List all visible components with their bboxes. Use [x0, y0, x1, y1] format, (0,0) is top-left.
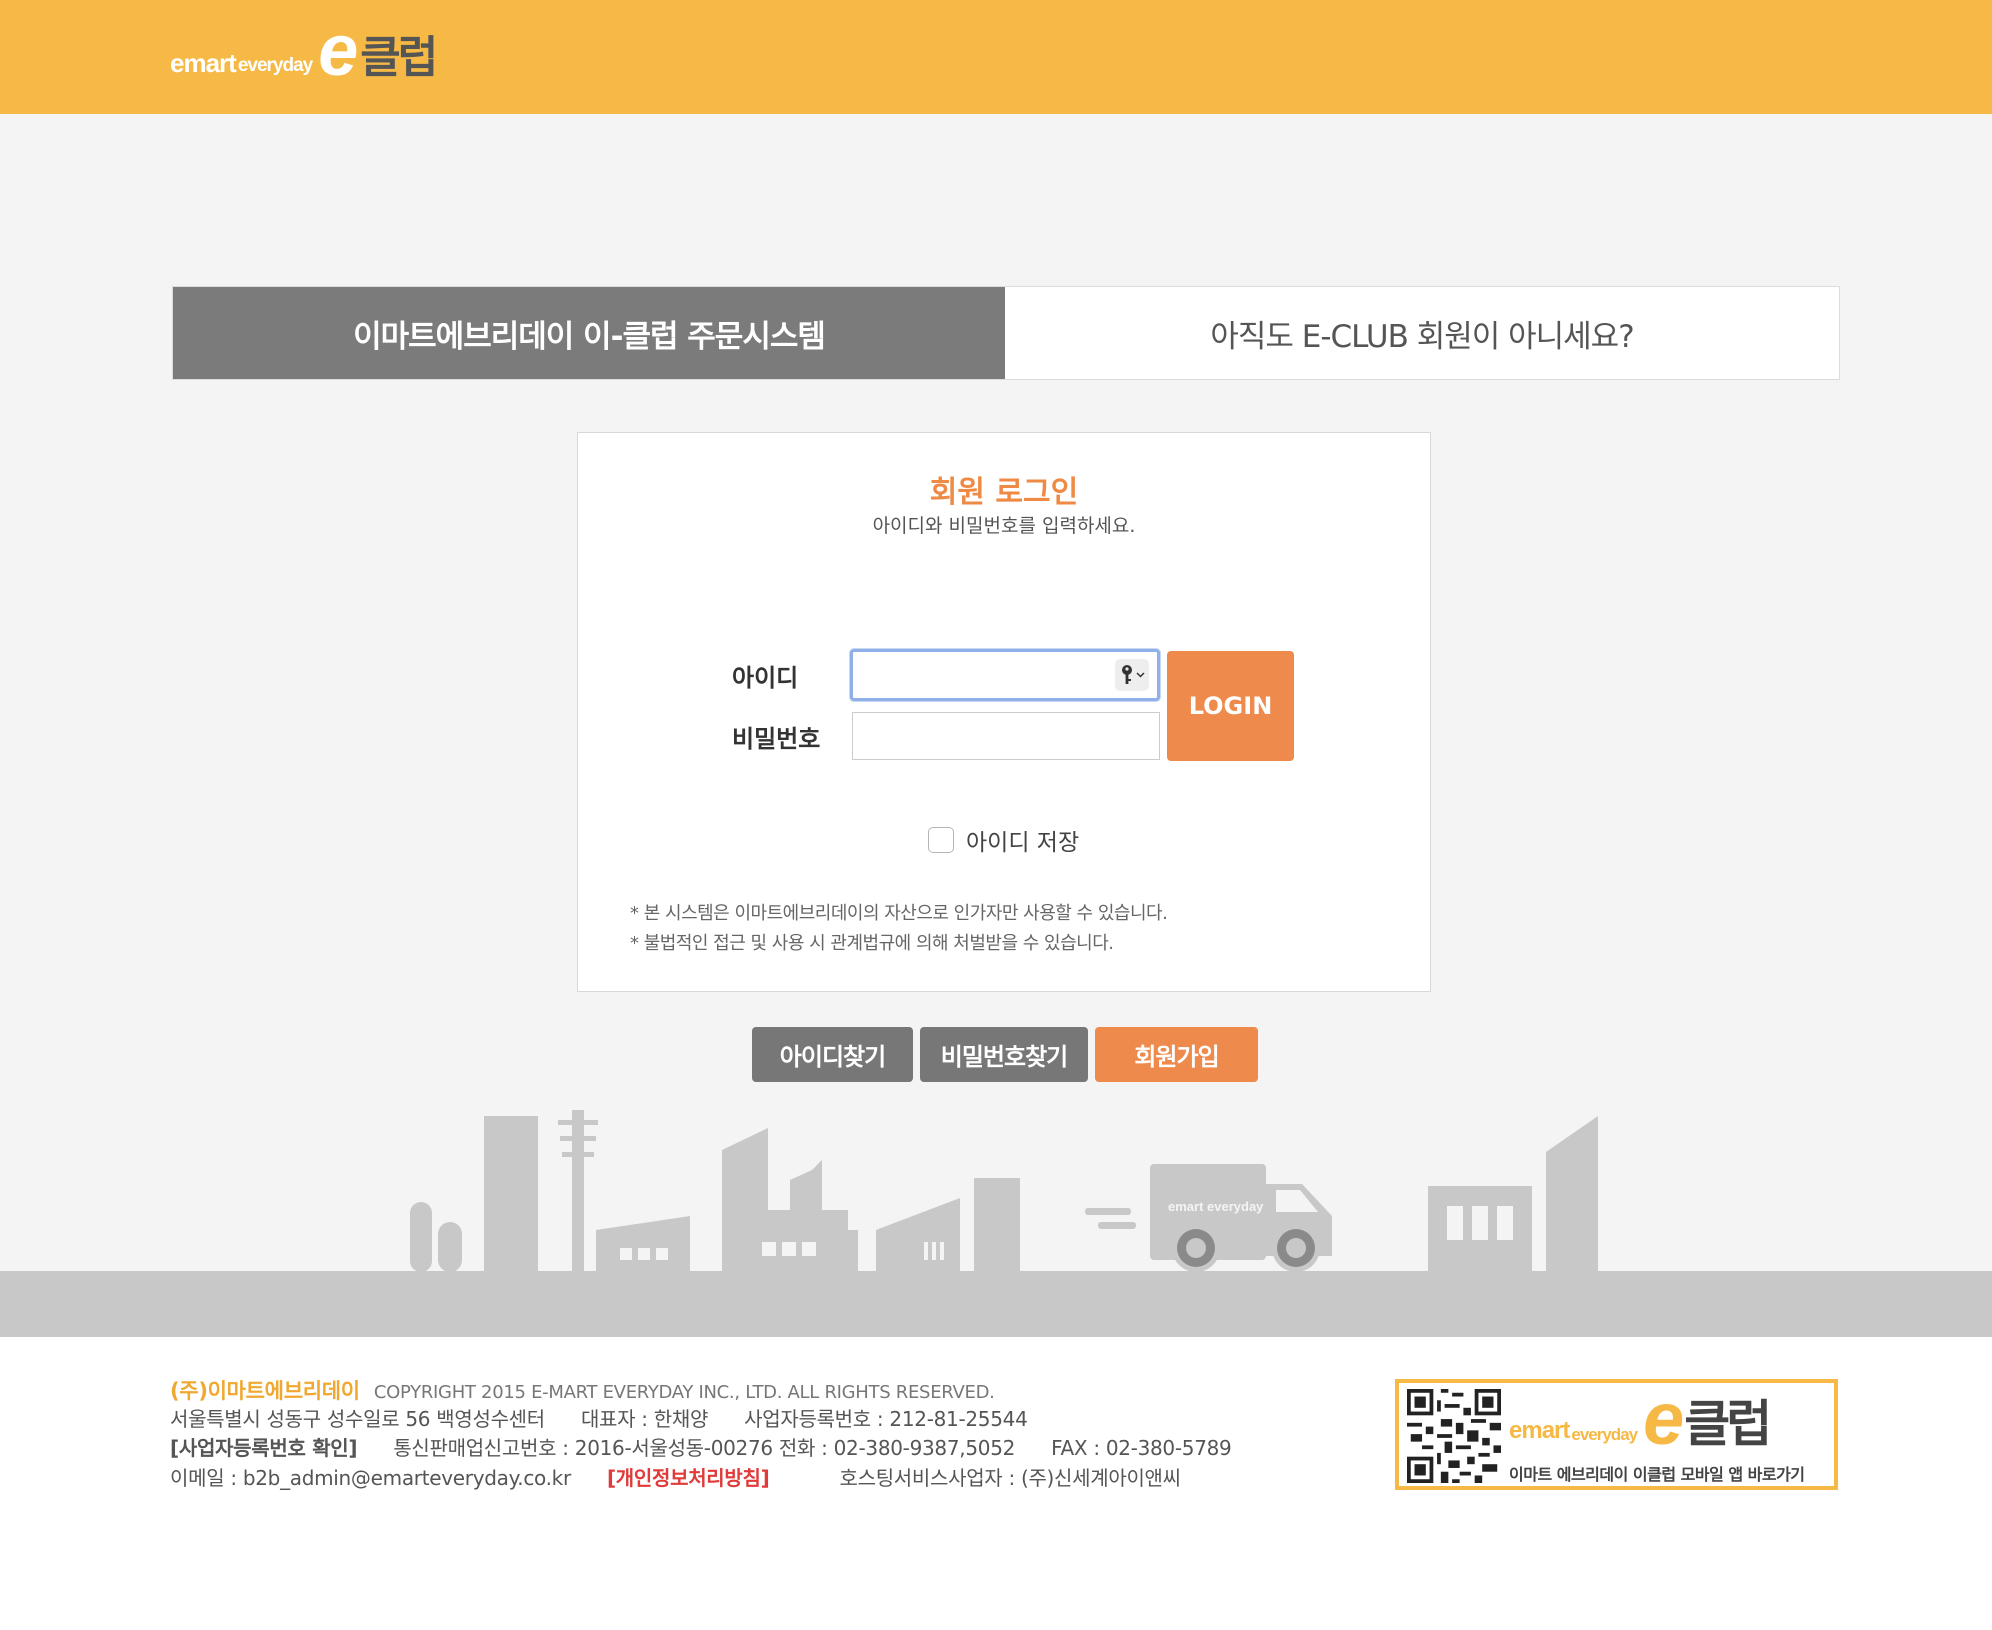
chevron-down-icon — [1135, 672, 1145, 678]
footer-hosting: 호스팅서비스사업자 : (주)신세계아이앤씨 — [839, 1466, 1182, 1490]
tab-order-system[interactable]: 이마트에브리데이 이-클럽 주문시스템 — [173, 287, 1005, 379]
password-label: 비밀번호 — [732, 725, 821, 753]
save-id-row[interactable]: 아이디 저장 — [928, 823, 1079, 857]
banner-emart-text: emart — [1509, 1417, 1570, 1444]
login-subtitle: 아이디와 비밀번호를 입력하세요. — [872, 515, 1136, 537]
footer-mail-order: 통신판매업신고번호 : 2016-서울성동-00276 전화 : 02-380-… — [393, 1436, 1016, 1460]
footer-biz-number: 사업자등록번호 : 212-81-25544 — [744, 1407, 1028, 1431]
footer-line-4: 이메일 : b2b_admin@emarteveryday.co.kr [개인정… — [170, 1462, 1181, 1491]
emart-everyday-eclub-logo[interactable]: emart everyday e 클럽 — [170, 15, 438, 87]
notice-line-1: * 본 시스템은 이마트에브리데이의 자산으로 인가자만 사용할 수 있습니다. — [630, 903, 1168, 924]
login-button[interactable]: LOGIN — [1167, 651, 1294, 761]
id-input[interactable] — [850, 649, 1160, 701]
footer-address: 서울특별시 성동구 성수일로 56 백영성수센터 — [170, 1407, 545, 1431]
logo-emart-text: emart — [170, 48, 237, 78]
tab-not-member[interactable]: 아직도 E-CLUB 회원이 아니세요? — [1005, 287, 1839, 379]
footer-company-name: (주)이마트에브리데이 — [170, 1379, 360, 1403]
header: emart everyday e 클럽 — [0, 0, 1992, 114]
footer-line-3: [사업자등록번호 확인] 통신판매업신고번호 : 2016-서울성동-00276… — [170, 1432, 1232, 1461]
banner-eclub-logo: emart everyday e 클럽 — [1509, 1377, 1772, 1461]
ground-strip — [0, 1271, 1992, 1337]
notice-text: * 본 시스템은 이마트에브리데이의 자산으로 인가자만 사용할 수 있습니다.… — [630, 899, 1168, 959]
save-id-label[interactable]: 아이디 저장 — [966, 823, 1079, 857]
notice-line-2: * 불법적인 접근 및 사용 시 관계법규에 의해 처벌받을 수 있습니다. — [630, 933, 1114, 954]
footer-fax: FAX : 02-380-5789 — [1051, 1436, 1232, 1460]
footer-line-1: (주)이마트에브리데이 COPYRIGHT 2015 E-MART EVERYD… — [170, 1375, 995, 1405]
password-input[interactable] — [852, 712, 1160, 760]
truck-logo-text: emart everyday — [1168, 1199, 1264, 1214]
banner-everyday-text: everyday — [1571, 1425, 1638, 1444]
find-id-button[interactable]: 아이디찾기 — [752, 1027, 913, 1082]
footer-line-2: 서울특별시 성동구 성수일로 56 백영성수센터 대표자 : 한채양 사업자등록… — [170, 1403, 1028, 1432]
mobile-app-banner[interactable]: emart everyday e 클럽 이마트 에브리데이 이클럽 모바일 앱 … — [1395, 1379, 1838, 1490]
join-button[interactable]: 회원가입 — [1095, 1027, 1258, 1082]
banner-club-text: 클럽 — [1684, 1395, 1772, 1453]
privacy-policy-link[interactable]: [개인정보처리방침] — [607, 1466, 770, 1490]
logo-club-text: 클럽 — [360, 32, 438, 83]
footer-copyright: COPYRIGHT 2015 E-MART EVERYDAY INC., LTD… — [373, 1382, 995, 1403]
find-password-button[interactable]: 비밀번호찾기 — [920, 1027, 1088, 1082]
banner-caption: 이마트 에브리데이 이클럽 모바일 앱 바로가기 — [1509, 1465, 1805, 1484]
logo-e-mark: e — [318, 11, 359, 92]
account-actions: 아이디찾기 비밀번호찾기 회원가입 — [752, 1027, 1258, 1082]
login-title: 회원 로그인 — [929, 475, 1079, 510]
logo-everyday-text: everyday — [237, 55, 313, 76]
banner-e-mark: e — [1643, 1377, 1685, 1461]
biz-check-link[interactable]: [사업자등록번호 확인] — [170, 1436, 358, 1460]
top-tabs: 이마트에브리데이 이-클럽 주문시스템 아직도 E-CLUB 회원이 아니세요? — [172, 286, 1840, 380]
id-label: 아이디 — [732, 664, 799, 692]
save-id-checkbox[interactable] — [928, 827, 954, 853]
footer-email: 이메일 : b2b_admin@emarteveryday.co.kr — [170, 1466, 571, 1490]
footer-ceo: 대표자 : 한채양 — [580, 1407, 709, 1431]
key-icon — [1121, 665, 1132, 684]
login-panel: 회원 로그인 아이디와 비밀번호를 입력하세요. 아이디 비밀번호 LOGIN … — [577, 432, 1431, 992]
qr-code-icon — [1407, 1389, 1501, 1483]
password-manager-key-icon[interactable] — [1115, 659, 1149, 691]
